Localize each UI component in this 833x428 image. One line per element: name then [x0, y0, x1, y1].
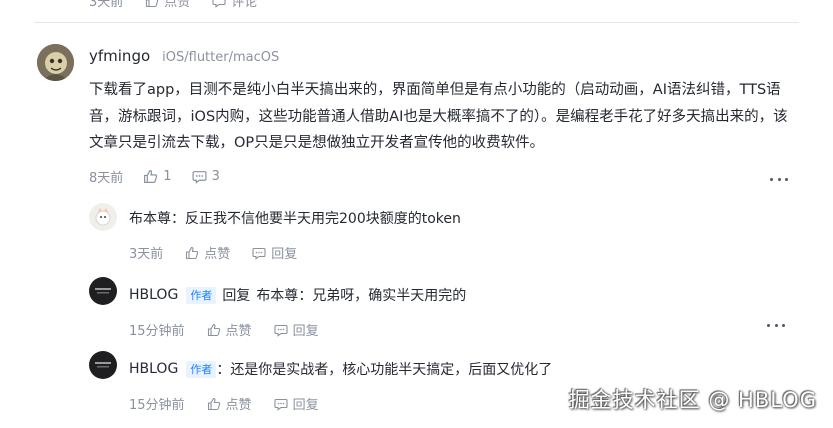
- avatar-image-icon: [37, 44, 74, 81]
- comment-reply-count: 3: [211, 169, 220, 184]
- reply-author-name[interactable]: 布本尊: [129, 208, 171, 228]
- comment-like-count: 1: [163, 169, 172, 184]
- author-badge: 作者: [186, 360, 217, 378]
- comment-icon: [274, 324, 288, 337]
- reply-meta: 3天前 点赞 回复: [129, 243, 319, 262]
- previous-comment-button[interactable]: 评论: [212, 0, 257, 10]
- avatar[interactable]: [89, 203, 117, 231]
- avatar[interactable]: [89, 277, 117, 305]
- comment-reply-button[interactable]: 3: [192, 169, 220, 184]
- reply-reply-button[interactable]: 回复: [274, 394, 319, 413]
- comment-icon: [274, 398, 288, 411]
- previous-comment-actions: 3天前 点赞 评论: [89, 0, 279, 10]
- more-dot-icon: [767, 323, 770, 327]
- reply-like-label: 点赞: [225, 398, 252, 413]
- comment-content: 下载看了app，目测不是纯小白半天搞出来的，界面简单但是有点小功能的（启动动画，…: [89, 82, 788, 151]
- reply-separator: ：: [171, 211, 185, 227]
- reply-time: 15分钟前: [129, 398, 185, 413]
- avatar-image-icon: [89, 203, 117, 231]
- author-badge: 作者: [186, 286, 217, 304]
- comment-author-name[interactable]: yfmingo: [89, 47, 150, 65]
- more-dot-icon: [785, 177, 788, 181]
- reply-target-name[interactable]: 布本尊: [256, 285, 298, 305]
- thumb-up-icon: [186, 246, 199, 259]
- previous-comment-time: 3天前: [89, 0, 124, 10]
- reply-like-button[interactable]: 点赞: [185, 243, 230, 262]
- more-dot-icon: [770, 177, 773, 181]
- reply-reply-button[interactable]: 回复: [274, 320, 319, 339]
- comment-meta: 8天前 1 3: [89, 167, 240, 186]
- more-dot-icon: [777, 177, 781, 181]
- thumb-up-icon: [207, 323, 220, 336]
- comment-icon: [212, 0, 226, 8]
- previous-comment-label: 评论: [231, 0, 258, 10]
- reply-reply-button[interactable]: 回复: [252, 243, 297, 262]
- more-dot-icon: [774, 323, 778, 327]
- watermark: 掘金技术社区 @ HBLOG: [568, 388, 817, 412]
- reply-reply-label: 回复: [292, 324, 319, 339]
- avatar-image-icon: [89, 351, 117, 379]
- comment-more-button[interactable]: [770, 176, 788, 182]
- previous-like-button[interactable]: 点赞: [145, 0, 190, 10]
- thumb-up-icon: [207, 397, 220, 410]
- reply-item: HBLOG 作者 回复 布本尊 ： 兄弟呀，确实半天用完的 15分钟前 点赞 回…: [89, 277, 789, 339]
- reply-more-button[interactable]: [767, 322, 785, 328]
- reply-author-name[interactable]: HBLOG: [129, 287, 178, 303]
- reply-time: 3天前: [129, 247, 164, 262]
- reply-text: 反正我不信他要半天用完200块额度的token: [185, 211, 461, 227]
- avatar[interactable]: [89, 351, 117, 379]
- avatar-image-icon: [89, 277, 117, 305]
- reply-author-name[interactable]: HBLOG: [129, 361, 178, 377]
- comment-time: 8天前: [89, 171, 124, 186]
- reply-like-button[interactable]: 点赞: [207, 320, 252, 339]
- reply-reply-label: 回复: [271, 247, 298, 262]
- thumb-up-icon: [146, 0, 159, 7]
- more-dot-icon: [782, 323, 785, 327]
- comment-author-line: yfmingo iOS/flutter/macOS: [89, 47, 279, 65]
- reply-line: HBLOG 作者 回复 布本尊 ： 兄弟呀，确实半天用完的: [129, 285, 466, 305]
- reply-separator: ：: [298, 288, 313, 304]
- reply-keyword: 回复: [222, 288, 251, 304]
- previous-like-label: 点赞: [164, 0, 191, 10]
- reply-line: 布本尊 ： 反正我不信他要半天用完200块额度的token: [129, 208, 461, 228]
- thumb-up-icon: [144, 170, 158, 183]
- reply-like-label: 点赞: [204, 247, 231, 262]
- comment-like-button[interactable]: 1: [143, 169, 172, 184]
- comment-author-title: iOS/flutter/macOS: [162, 50, 280, 65]
- reply-line: HBLOG 作者 ： 还是你是实战者，核心功能半天搞定，后面又优化了: [129, 359, 552, 379]
- reply-item: 布本尊 ： 反正我不信他要半天用完200块额度的token 3天前 点赞 回复: [89, 203, 789, 263]
- comment-icon: [192, 171, 207, 184]
- comment-icon: [252, 247, 266, 260]
- avatar[interactable]: [37, 44, 74, 81]
- reply-text: 还是你是实战者，核心功能半天搞定，后面又优化了: [230, 362, 553, 378]
- comment-divider: [34, 22, 799, 23]
- reply-like-button[interactable]: 点赞: [207, 394, 252, 413]
- reply-meta: 15分钟前 点赞 回复: [129, 394, 341, 413]
- reply-text: 兄弟呀，确实半天用完的: [312, 288, 467, 304]
- reply-reply-label: 回复: [292, 398, 319, 413]
- reply-time: 15分钟前: [129, 324, 185, 339]
- reply-separator: ：: [216, 362, 231, 378]
- reply-meta: 15分钟前 点赞 回复: [129, 320, 341, 339]
- reply-like-label: 点赞: [225, 324, 252, 339]
